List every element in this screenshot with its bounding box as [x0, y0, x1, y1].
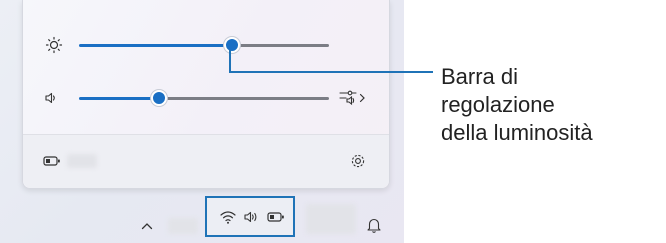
audio-output-icon [339, 90, 357, 106]
brightness-sun-icon [45, 36, 63, 54]
quick-settings-panel [22, 0, 390, 189]
wifi-icon [220, 211, 236, 224]
volume-slider-thumb[interactable] [151, 90, 167, 106]
volume-track-filled [79, 97, 159, 100]
taskbar [0, 204, 404, 243]
callout-line-horizontal [229, 71, 433, 73]
callout-line-vertical [229, 50, 231, 73]
callout-line-2: regolazione [441, 92, 555, 117]
speaker-icon [45, 92, 55, 104]
screenshot-frame [0, 0, 404, 243]
brightness-track-filled [79, 44, 232, 47]
callout-line-1: Barra di [441, 64, 519, 89]
brightness-track-empty [232, 44, 329, 47]
volume-slider[interactable] [79, 89, 331, 107]
bell-icon[interactable] [366, 216, 382, 234]
callout-line-3: della luminosità [441, 120, 593, 145]
battery-percentage-blurred [67, 154, 97, 168]
battery-icon [267, 212, 284, 222]
volume-track-empty [159, 97, 329, 100]
audio-output-button[interactable] [338, 88, 368, 108]
brightness-slider[interactable] [79, 36, 331, 54]
tray-app-icons-blurred [168, 218, 198, 234]
battery-icon[interactable] [43, 155, 61, 167]
clock-blurred [306, 204, 356, 234]
quick-settings-footer [23, 134, 389, 188]
chevron-right-icon [359, 93, 365, 103]
system-tray-highlight[interactable] [205, 196, 295, 237]
speaker-icon [244, 211, 257, 223]
chevron-up-icon[interactable] [141, 222, 153, 230]
brightness-slider-thumb[interactable] [224, 37, 240, 53]
brightness-callout-label: Barra di regolazione della luminosità [441, 63, 661, 147]
settings-gear-icon[interactable] [349, 152, 367, 170]
